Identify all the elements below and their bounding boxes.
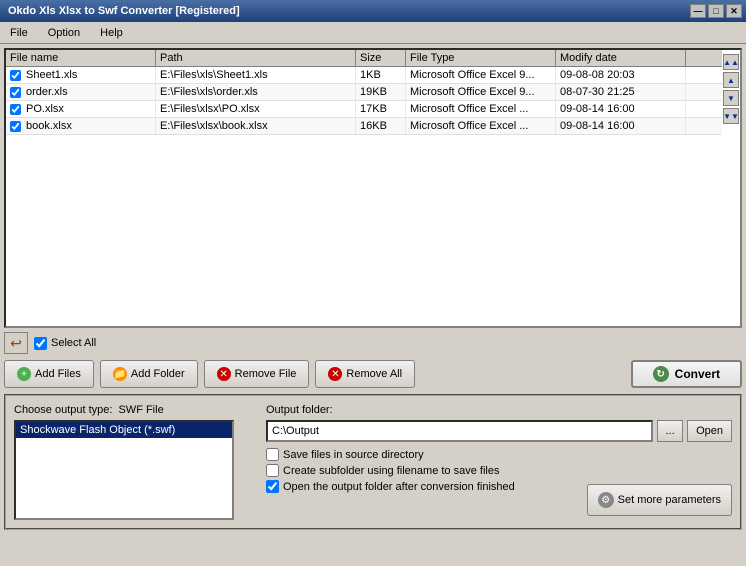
back-button[interactable]: ↩ (4, 332, 28, 354)
select-all-area: Select All (34, 337, 96, 350)
add-folder-icon: 📁 (113, 367, 127, 381)
menu-bar: File Option Help (0, 22, 746, 44)
options-panel: Choose output type: SWF File Shockwave F… (4, 394, 742, 530)
cell-name-0: Sheet1.xls (6, 67, 156, 83)
remove-all-icon: ✕ (328, 367, 342, 381)
row-checkbox-0[interactable] (10, 70, 21, 81)
cell-date-0: 09-08-08 20:03 (556, 67, 686, 83)
checkbox-subfolder[interactable] (266, 464, 279, 477)
remove-file-icon: ✕ (217, 367, 231, 381)
menu-file[interactable]: File (4, 25, 34, 41)
cell-type-1: Microsoft Office Excel 9... (406, 84, 556, 100)
scroll-bottom-button[interactable]: ▼▼ (723, 108, 739, 124)
cell-type-2: Microsoft Office Excel ... (406, 101, 556, 117)
menu-option[interactable]: Option (42, 25, 86, 41)
close-button[interactable]: ✕ (726, 4, 742, 18)
output-type-label: Choose output type: SWF File (14, 404, 254, 416)
file-list-panel: File name Path Size File Type Modify dat… (4, 48, 742, 328)
file-table: File name Path Size File Type Modify dat… (6, 50, 722, 326)
restore-button[interactable]: □ (708, 4, 724, 18)
convert-button[interactable]: ↻ Convert (631, 360, 742, 388)
scroll-down-button[interactable]: ▼ (723, 90, 739, 106)
cell-path-2: E:\Files\xlsx\PO.xlsx (156, 101, 356, 117)
output-type-section: Choose output type: SWF File Shockwave F… (14, 404, 254, 520)
cell-path-0: E:\Files\xls\Sheet1.xls (156, 67, 356, 83)
row-checkbox-2[interactable] (10, 104, 21, 115)
folder-label: Output folder: (266, 404, 732, 416)
scroll-top-button[interactable]: ▲▲ (723, 54, 739, 70)
cell-size-0: 1KB (356, 67, 406, 83)
checkbox-row-0: Save files in source directory (266, 448, 732, 461)
add-files-button[interactable]: + Add Files (4, 360, 94, 388)
cell-size-1: 19KB (356, 84, 406, 100)
cell-name-3: book.xlsx (6, 118, 156, 134)
cell-size-3: 16KB (356, 118, 406, 134)
window-title: Okdo Xls Xlsx to Swf Converter [Register… (8, 5, 240, 17)
browse-button[interactable]: ... (657, 420, 683, 442)
checkbox-row-2: Open the output folder after conversion … (266, 480, 515, 493)
table-row: Sheet1.xls E:\Files\xls\Sheet1.xls 1KB M… (6, 67, 722, 84)
add-files-icon: + (17, 367, 31, 381)
toolbar-area: ↩ Select All (4, 332, 742, 354)
row-checkbox-1[interactable] (10, 87, 21, 98)
cell-type-0: Microsoft Office Excel 9... (406, 67, 556, 83)
cell-path-3: E:\Files\xlsx\book.xlsx (156, 118, 356, 134)
toolbar-left: ↩ Select All (4, 332, 96, 354)
scroll-up-button[interactable]: ▲ (723, 72, 739, 88)
col-moddate: Modify date (556, 50, 686, 66)
cell-date-2: 09-08-14 16:00 (556, 101, 686, 117)
select-all-label: Select All (51, 337, 96, 349)
checkbox-open-folder[interactable] (266, 480, 279, 493)
table-row: order.xls E:\Files\xls\order.xls 19KB Mi… (6, 84, 722, 101)
checkbox-row-1: Create subfolder using filename to save … (266, 464, 732, 477)
convert-icon: ↻ (653, 366, 669, 382)
table-header: File name Path Size File Type Modify dat… (6, 50, 722, 67)
output-folder-section: Output folder: ... Open Save files in so… (266, 404, 732, 520)
cell-type-3: Microsoft Office Excel ... (406, 118, 556, 134)
bottom-row: Open the output folder after conversion … (266, 480, 732, 516)
cell-name-2: PO.xlsx (6, 101, 156, 117)
scroll-arrows: ▲▲ ▲ ▼ ▼▼ (722, 50, 740, 326)
folder-row: ... Open (266, 420, 732, 442)
checkbox-save-source[interactable] (266, 448, 279, 461)
table-row: book.xlsx E:\Files\xlsx\book.xlsx 16KB M… (6, 118, 722, 135)
col-path: Path (156, 50, 356, 66)
minimize-button[interactable]: — (690, 4, 706, 18)
col-filename: File name (6, 50, 156, 66)
cell-path-1: E:\Files\xls\order.xls (156, 84, 356, 100)
row-checkbox-3[interactable] (10, 121, 21, 132)
set-params-button[interactable]: ⚙ Set more parameters (587, 484, 732, 516)
remove-all-button[interactable]: ✕ Remove All (315, 360, 415, 388)
remove-file-button[interactable]: ✕ Remove File (204, 360, 310, 388)
title-bar: Okdo Xls Xlsx to Swf Converter [Register… (0, 0, 746, 22)
window-controls: — □ ✕ (690, 4, 742, 18)
menu-help[interactable]: Help (94, 25, 129, 41)
cell-date-3: 09-08-14 16:00 (556, 118, 686, 134)
listbox-item-swf[interactable]: Shockwave Flash Object (*.swf) (16, 422, 232, 438)
gear-icon: ⚙ (598, 492, 614, 508)
cell-date-1: 08-07-30 21:25 (556, 84, 686, 100)
main-content: File name Path Size File Type Modify dat… (0, 44, 746, 566)
cell-name-1: order.xls (6, 84, 156, 100)
open-button[interactable]: Open (687, 420, 732, 442)
col-filetype: File Type (406, 50, 556, 66)
add-folder-button[interactable]: 📁 Add Folder (100, 360, 198, 388)
folder-input[interactable] (266, 420, 653, 442)
select-all-checkbox[interactable] (34, 337, 47, 350)
file-rows: Sheet1.xls E:\Files\xls\Sheet1.xls 1KB M… (6, 67, 722, 135)
table-row: PO.xlsx E:\Files\xlsx\PO.xlsx 17KB Micro… (6, 101, 722, 118)
type-listbox[interactable]: Shockwave Flash Object (*.swf) (14, 420, 234, 520)
buttons-row: + Add Files 📁 Add Folder ✕ Remove File ✕… (4, 360, 742, 388)
cell-size-2: 17KB (356, 101, 406, 117)
col-size: Size (356, 50, 406, 66)
